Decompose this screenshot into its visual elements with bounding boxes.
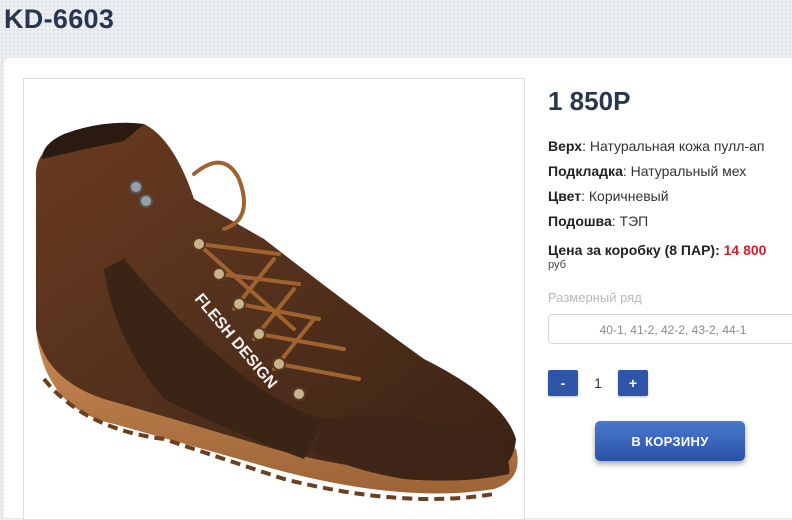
size-label: Размерный ряд <box>548 290 642 305</box>
quantity-value[interactable]: 1 <box>578 370 618 396</box>
spec-value: : Натуральный мех <box>622 163 747 179</box>
spec-label: Верх <box>548 138 583 154</box>
spec-label: Подкладка <box>548 163 623 179</box>
box-price-currency: руб <box>548 259 566 271</box>
quantity-increase-button[interactable]: + <box>618 370 648 396</box>
spec-upper: Верх: Натуральная кожа пулл-ап <box>548 138 764 154</box>
spec-color: Цвет: Коричневый <box>548 188 669 204</box>
quantity-decrease-button[interactable]: - <box>548 370 578 396</box>
product-image[interactable]: FLESH DESIGN <box>23 78 525 520</box>
spec-lining: Подкладка: Натуральный мех <box>548 163 746 179</box>
spec-sole: Подошва: ТЭП <box>548 213 648 229</box>
spec-value: : ТЭП <box>611 213 649 229</box>
spec-label: Подошва <box>548 213 612 229</box>
box-price: Цена за коробку (8 ПАР): 14 800 <box>548 242 766 258</box>
box-price-value: 14 800 <box>723 242 767 258</box>
spec-label: Цвет <box>548 188 582 204</box>
spec-value: : Натуральная кожа пулл-ап <box>582 138 765 154</box>
box-price-label: Цена за коробку (8 ПАР): <box>548 242 724 258</box>
page-title: KD-6603 <box>4 4 115 34</box>
add-to-cart-button[interactable]: В КОРЗИНУ <box>595 421 745 461</box>
spec-value: : Коричневый <box>581 188 669 204</box>
boot-image: FLESH DESIGN <box>35 122 518 501</box>
size-select[interactable]: 40-1, 41-2, 42-2, 43-2, 44-1 <box>548 314 792 344</box>
product-price: 1 850Р <box>548 86 631 116</box>
